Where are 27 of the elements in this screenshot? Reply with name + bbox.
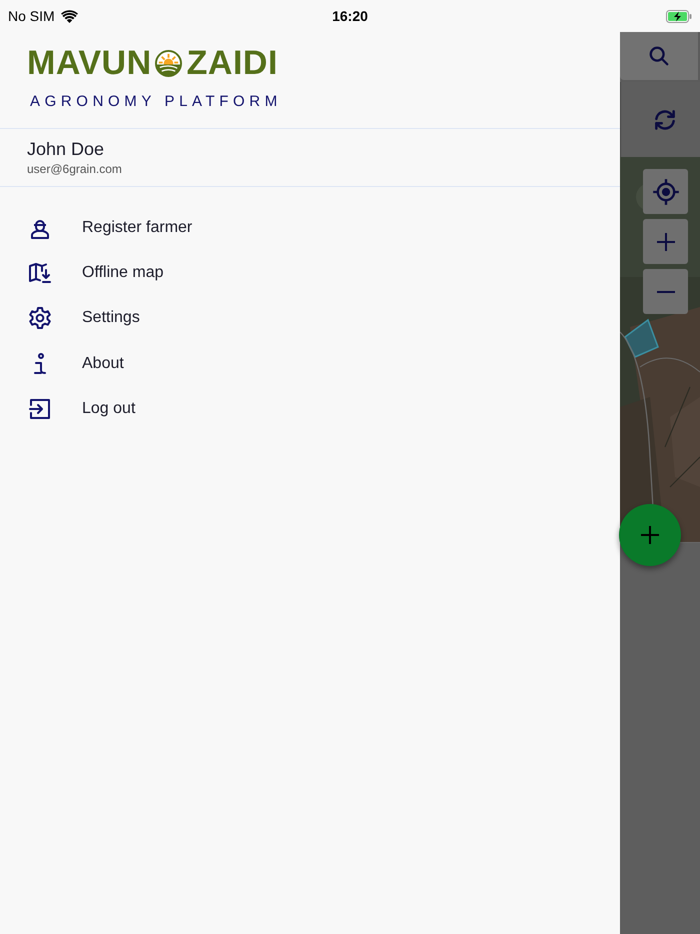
wifi-icon (60, 10, 78, 22)
map-download-icon (28, 260, 52, 285)
menu-item[interactable]: Offline map (82, 264, 164, 282)
battery-charging-icon (666, 10, 692, 22)
locate-button[interactable] (643, 169, 688, 214)
search-button[interactable] (620, 32, 698, 80)
logo-text: ZAIDI (186, 44, 278, 83)
menu-item[interactable]: Settings (82, 309, 140, 328)
menu-item[interactable]: Log out (82, 400, 136, 418)
user-name: John Doe (27, 139, 106, 160)
minus-icon (656, 290, 676, 294)
logo-subtitle: AGRONOMY PLATFORM (29, 93, 283, 110)
zoom-in-button[interactable] (643, 219, 688, 264)
menu-item[interactable]: Register farmer (82, 218, 192, 237)
menu-item[interactable]: About (82, 354, 124, 373)
user-email: user@6grain.com (27, 162, 123, 176)
plus-icon (640, 525, 660, 545)
carrier-text: No SIM (8, 8, 55, 24)
settings-icon (28, 306, 52, 330)
zoom-out-button[interactable] (643, 269, 688, 314)
target-icon (652, 178, 680, 206)
logo-text: MAVUN (27, 44, 152, 83)
plus-icon (656, 232, 676, 252)
logout-icon (28, 396, 52, 421)
sun-field-logo-icon (154, 50, 182, 77)
clock-time: 16:20 (332, 8, 368, 24)
search-icon (648, 45, 670, 67)
